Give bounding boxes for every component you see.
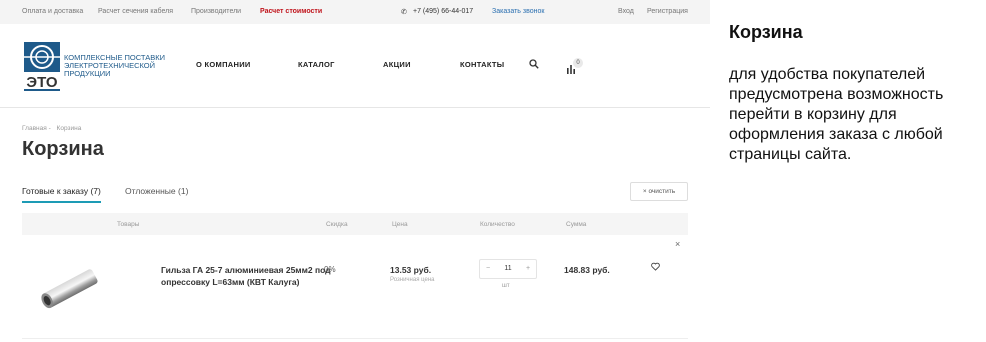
page-title: Корзина <box>22 138 104 160</box>
clear-cart-button[interactable]: × очистить <box>630 182 688 201</box>
product-image[interactable] <box>32 253 110 323</box>
logo-line-3: ПРОДУКЦИИ <box>64 69 111 78</box>
breadcrumb: Главная - Корзина <box>22 125 85 132</box>
quantity-unit: шт <box>502 283 510 289</box>
link-manufacturers[interactable]: Производители <box>191 8 241 15</box>
tab-deferred[interactable]: Отложенные (1) <box>125 186 188 201</box>
link-cost-calc[interactable]: Расчет стоимости <box>260 8 322 15</box>
close-icon: × <box>642 188 647 195</box>
clear-cart-label: очистить <box>648 188 676 195</box>
phone-number[interactable]: +7 (495) 66-44-017 <box>413 8 473 15</box>
top-bar: Оплата и доставка Расчет сечения кабеля … <box>0 0 710 24</box>
product-discount: 0% <box>324 265 336 274</box>
search-icon[interactable] <box>529 59 539 69</box>
shop-page: Оплата и доставка Расчет сечения кабеля … <box>0 0 710 342</box>
compare-count-badge: 0 <box>573 58 583 68</box>
quantity-stepper: − 11 + <box>479 259 537 279</box>
quantity-increase-button[interactable]: + <box>520 260 536 278</box>
nav-promotions[interactable]: АКЦИИ <box>383 60 411 69</box>
product-name[interactable]: Гильза ГА 25-7 алюминиевая 25мм2 под опр… <box>161 264 331 288</box>
product-price: 13.53 руб. <box>390 265 432 275</box>
logo-mark-icon: ЭТО <box>22 40 62 92</box>
col-discount: Скидка <box>326 221 348 228</box>
annotation-text: для удобства покупателей предусмотрена в… <box>729 66 944 163</box>
site-header: ЭТО КОМПЛЕКСНЫЕ ПОСТАВКИ ЭЛЕКТРОТЕХНИЧЕС… <box>0 24 710 108</box>
nav-contacts[interactable]: КОНТАКТЫ <box>460 60 504 69</box>
table-header: Товары Скидка Цена Количество Сумма <box>22 213 688 235</box>
logo-mark-text: ЭТО <box>26 74 57 91</box>
link-cable-calc[interactable]: Расчет сечения кабеля <box>98 8 173 15</box>
callback-link[interactable]: Заказать звонок <box>492 8 544 15</box>
price-note: Розничная цена <box>390 277 435 283</box>
table-row: Гильза ГА 25-7 алюминиевая 25мм2 под опр… <box>22 235 688 339</box>
quantity-decrease-button[interactable]: − <box>480 260 496 278</box>
product-sum: 148.83 руб. <box>564 265 610 275</box>
login-link[interactable]: Вход <box>618 8 634 15</box>
breadcrumb-current: Корзина <box>56 125 82 132</box>
breadcrumb-home[interactable]: Главная <box>22 125 47 132</box>
tab-ready-to-order[interactable]: Готовые к заказу (7) <box>22 186 101 203</box>
annotation-panel: Корзина для удобства покупателей предусм… <box>729 22 969 165</box>
col-quantity: Количество <box>480 221 515 228</box>
quantity-input[interactable]: 11 <box>496 260 520 278</box>
logo-text: КОМПЛЕКСНЫЕ ПОСТАВКИ ЭЛЕКТРОТЕХНИЧЕСКОЙ … <box>64 54 165 78</box>
register-link[interactable]: Регистрация <box>647 8 688 15</box>
col-products: Товары <box>117 221 140 228</box>
col-price: Цена <box>392 221 408 228</box>
remove-item-icon[interactable]: × <box>675 239 680 249</box>
nav-catalog[interactable]: КАТАЛОГ <box>298 60 335 69</box>
col-sum: Сумма <box>566 221 587 228</box>
phone-icon: ✆ <box>401 9 407 16</box>
logo[interactable]: ЭТО КОМПЛЕКСНЫЕ ПОСТАВКИ ЭЛЕКТРОТЕХНИЧЕС… <box>22 40 172 96</box>
breadcrumb-separator: - <box>48 125 51 132</box>
heart-icon[interactable] <box>651 262 660 271</box>
link-payment-delivery[interactable]: Оплата и доставка <box>22 8 83 15</box>
annotation-title: Корзина <box>729 22 803 42</box>
nav-about[interactable]: О КОМПАНИИ <box>196 60 251 69</box>
